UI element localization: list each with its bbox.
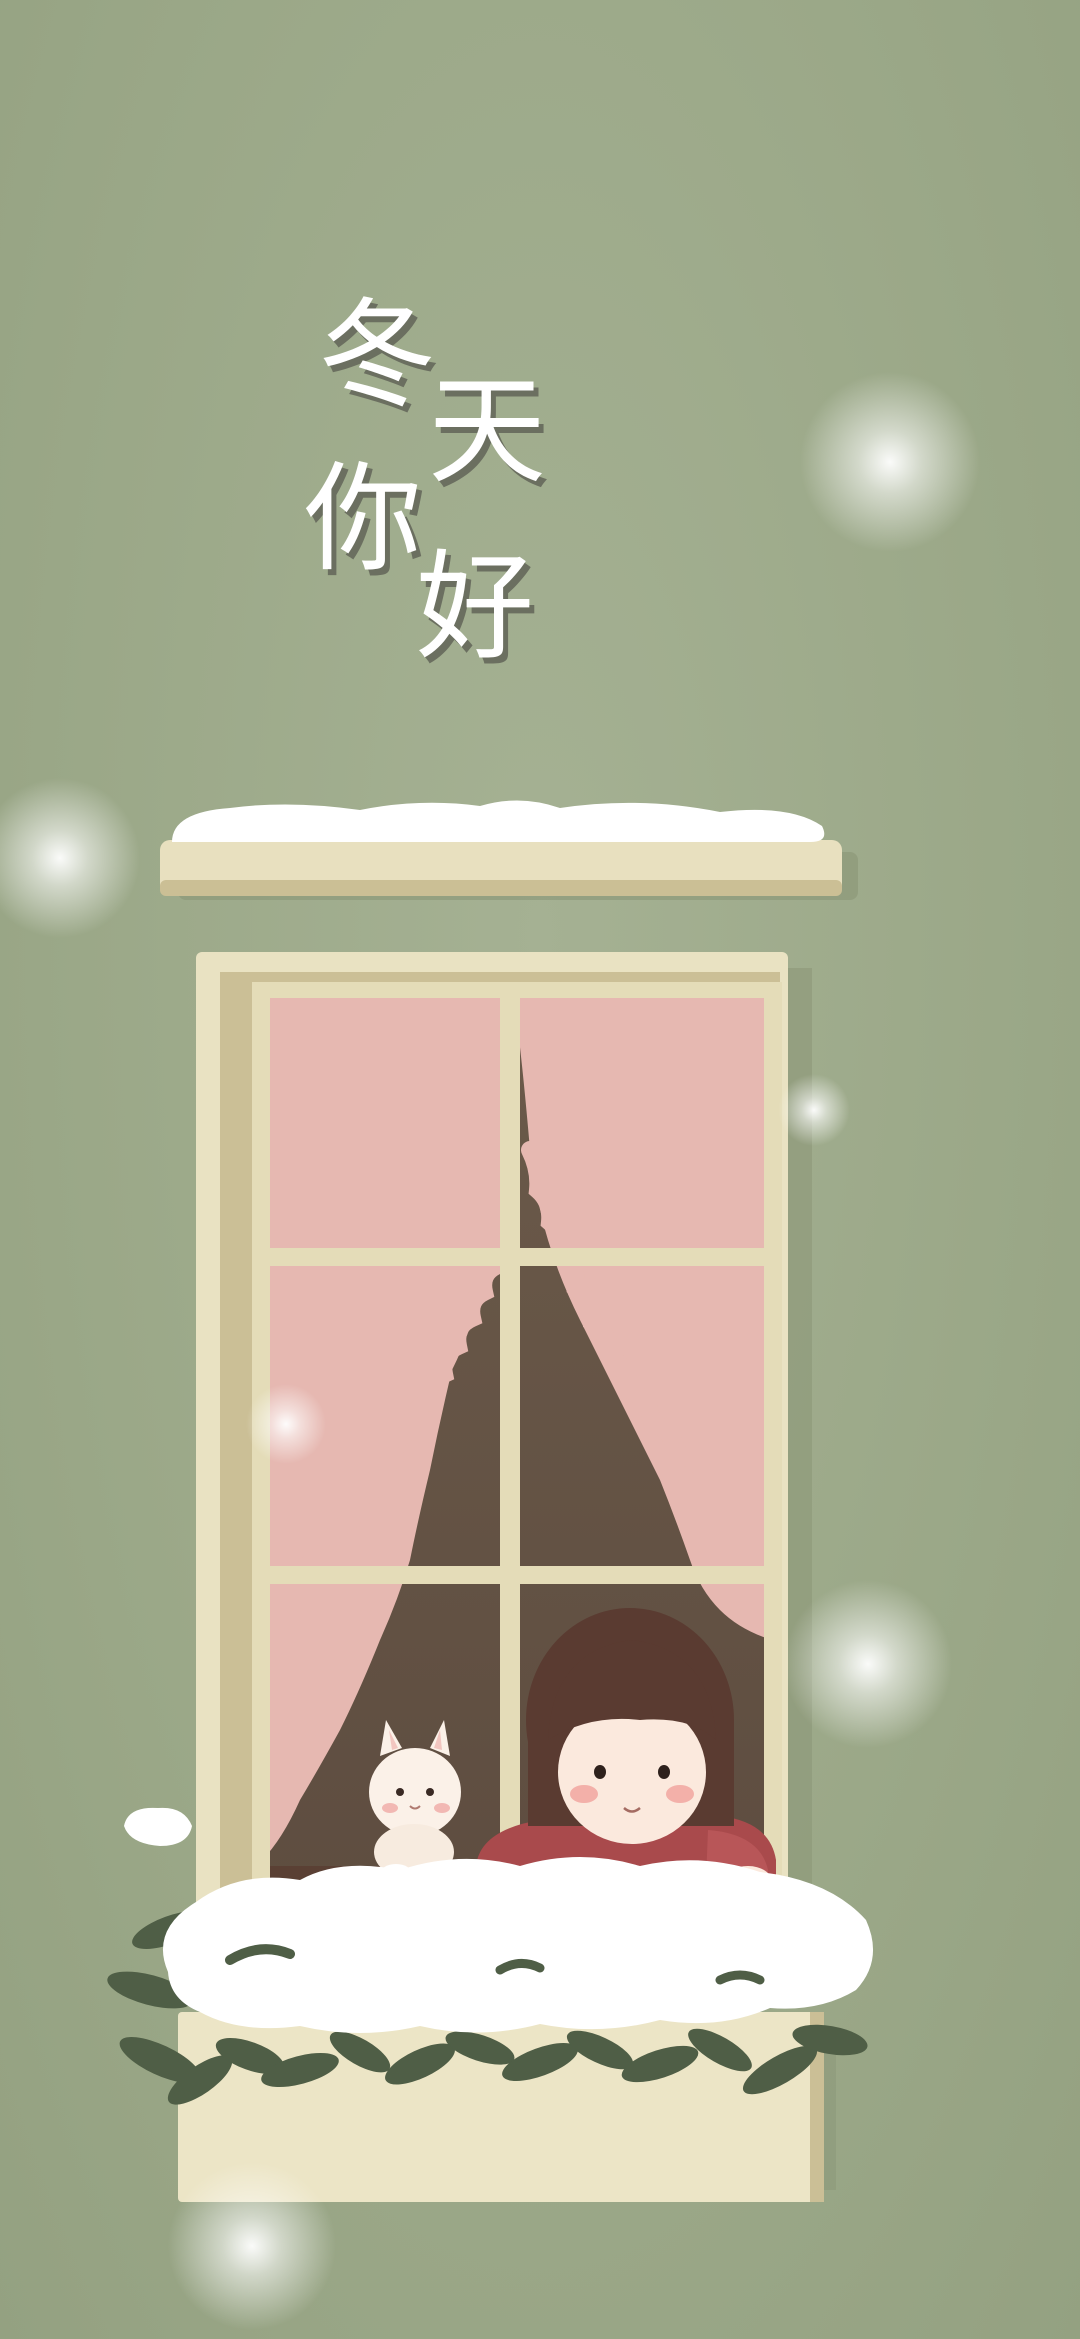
title-char-4: 好 bbox=[416, 538, 535, 676]
title-char-2: 天 bbox=[428, 362, 547, 500]
leaf-peek-3 bbox=[715, 1970, 765, 1985]
snow-glow bbox=[800, 372, 980, 552]
ledge-snow bbox=[172, 800, 825, 842]
wallpaper-scene: 冬 天 你 好 bbox=[0, 0, 1080, 2339]
mullion-lower bbox=[252, 1566, 782, 1584]
top-ledge-edge bbox=[160, 880, 842, 896]
snow-glow bbox=[0, 778, 140, 938]
snow-glow bbox=[784, 1580, 952, 1748]
snow-clump bbox=[124, 1807, 192, 1846]
mullion-upper bbox=[252, 1248, 782, 1266]
sash-right bbox=[764, 982, 782, 1922]
illustration bbox=[0, 372, 980, 2330]
title-char-3: 你 bbox=[304, 450, 423, 588]
snow-glow bbox=[778, 1074, 850, 1146]
snow-glow bbox=[168, 2162, 336, 2330]
snow-glow bbox=[246, 1384, 326, 1464]
title-char-1: 冬 bbox=[318, 286, 437, 424]
mullion-vertical bbox=[500, 982, 520, 1922]
